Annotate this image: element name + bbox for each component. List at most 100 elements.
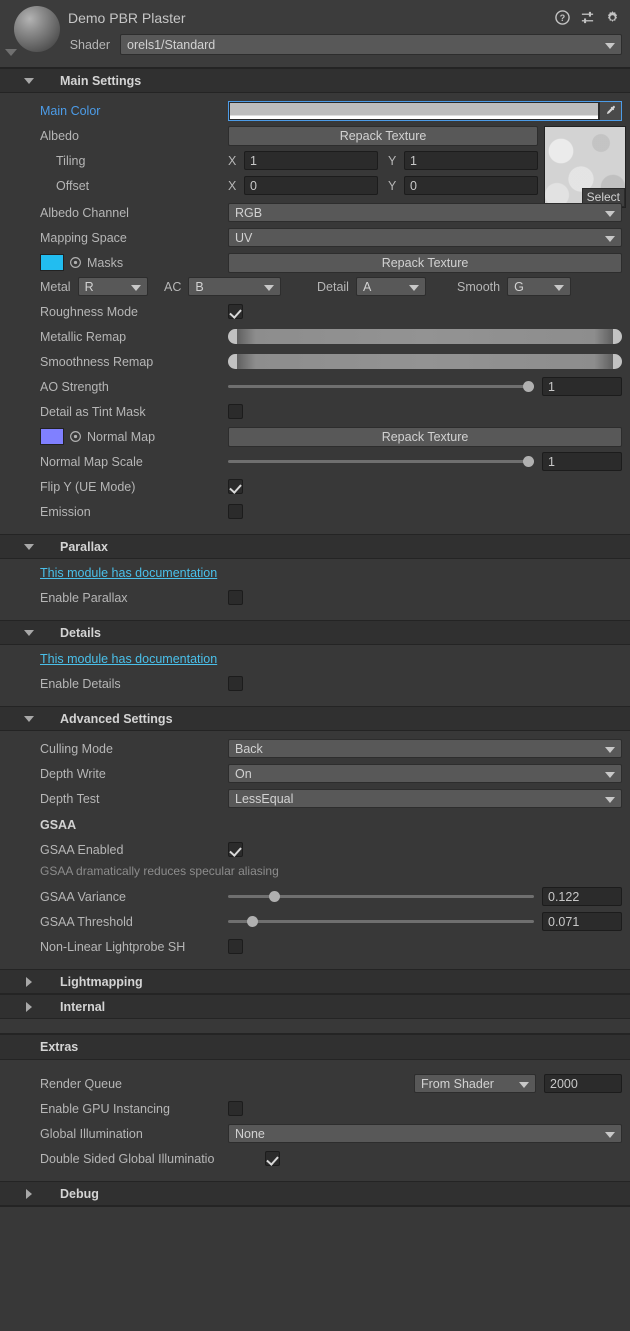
chevron-down-icon (24, 715, 34, 722)
culling-mode-field: Back (228, 739, 622, 758)
section-header-internal[interactable]: Internal (0, 994, 630, 1019)
ao-strength-control: 1 (228, 377, 622, 396)
normal-map-label: Normal Map (87, 429, 156, 444)
mapping-space-value: UV (235, 230, 253, 245)
enable-parallax-label: Enable Parallax (40, 590, 128, 605)
double-sided-gi-checkbox[interactable] (265, 1151, 280, 1166)
depth-test-field: LessEqual (228, 789, 622, 808)
gsaa-variance-slider[interactable] (228, 888, 534, 905)
main-color-swatch[interactable] (229, 101, 599, 120)
channel-group-detail: Detail A (317, 277, 457, 296)
target-ring-icon[interactable] (69, 256, 82, 269)
metallic-remap-min-handle[interactable] (228, 329, 237, 344)
section-header-lightmapping[interactable]: Lightmapping (0, 969, 630, 994)
offset-fields: X 0 Y 0 (228, 176, 538, 195)
smoothness-remap-max-handle[interactable] (613, 354, 622, 369)
mapping-space-dropdown[interactable]: UV (228, 228, 622, 247)
metallic-remap-slider[interactable] (228, 329, 622, 344)
metallic-remap-max-handle[interactable] (613, 329, 622, 344)
masks-color-chip[interactable] (40, 254, 64, 271)
tiling-x-letter: X (228, 153, 237, 168)
section-header-debug[interactable]: Debug (0, 1181, 630, 1206)
offset-y-input[interactable]: 0 (404, 176, 538, 195)
enable-details-checkbox[interactable] (228, 676, 243, 691)
section-header-parallax[interactable]: Parallax (0, 534, 630, 559)
slider-track (228, 385, 534, 388)
gsaa-threshold-input[interactable]: 0.071 (542, 912, 622, 931)
smooth-channel-dropdown[interactable]: G (507, 277, 572, 296)
tiling-y-input[interactable]: 1 (404, 151, 538, 170)
offset-x-letter: X (228, 178, 237, 193)
gsaa-threshold-slider[interactable] (228, 913, 534, 930)
albedo-repack-label: Repack Texture (339, 128, 427, 143)
non-linear-lightprobe-sh-checkbox[interactable] (228, 939, 243, 954)
normal-map-label-group: Normal Map (0, 428, 228, 445)
gear-icon[interactable] (605, 10, 620, 25)
main-color-field[interactable] (228, 100, 622, 121)
normal-map-scale-slider[interactable] (228, 453, 534, 470)
section-header-advanced-settings[interactable]: Advanced Settings (0, 706, 630, 731)
render-queue-input[interactable]: 2000 (544, 1074, 622, 1093)
gsaa-enabled-checkbox[interactable] (228, 842, 243, 857)
render-queue-mode-dropdown[interactable]: From Shader (414, 1074, 536, 1093)
depth-write-dropdown[interactable]: On (228, 764, 622, 783)
target-ring-icon[interactable] (69, 430, 82, 443)
section-body-extras: Render Queue From Shader 2000 Enable GPU… (0, 1060, 630, 1181)
detail-channel-value: A (362, 279, 372, 294)
mask-channel-row: Metal R AC B Detail A Smooth G (0, 277, 630, 296)
depth-test-dropdown[interactable]: LessEqual (228, 789, 622, 808)
section-header-details[interactable]: Details (0, 620, 630, 645)
row-render-queue: Render Queue From Shader 2000 (0, 1073, 630, 1094)
eyedropper-icon[interactable] (599, 101, 621, 120)
normal-map-scale-control: 1 (228, 452, 622, 471)
normal-map-color-chip[interactable] (40, 428, 64, 445)
gsaa-threshold-control: 0.071 (228, 912, 622, 931)
section-body-parallax: This module has documentation Enable Par… (0, 559, 630, 620)
normal-map-scale-knob[interactable] (522, 456, 534, 467)
detail-tint-mask-checkbox[interactable] (228, 404, 243, 419)
normal-map-scale-input[interactable]: 1 (542, 452, 622, 471)
ao-strength-slider[interactable] (228, 378, 534, 395)
depth-write-label: Depth Write (40, 766, 106, 781)
masks-repack-texture-button[interactable]: Repack Texture (228, 252, 622, 273)
smoothness-remap-min-handle[interactable] (228, 354, 237, 369)
material-name: Demo PBR Plaster (68, 10, 186, 26)
details-documentation-link[interactable]: This module has documentation (0, 652, 217, 666)
shader-dropdown[interactable]: orels1/Standard (120, 34, 622, 55)
global-illumination-dropdown[interactable]: None (228, 1124, 622, 1143)
roughness-mode-checkbox[interactable] (228, 304, 243, 319)
row-smoothness-remap: Smoothness Remap (0, 351, 630, 372)
emission-checkbox[interactable] (228, 504, 243, 519)
render-queue-mode-value: From Shader (421, 1076, 494, 1091)
help-icon[interactable]: ? (555, 10, 570, 25)
detail-channel-dropdown[interactable]: A (355, 277, 426, 296)
albedo-repack-texture-button[interactable]: Repack Texture (228, 125, 538, 146)
albedo-channel-dropdown[interactable]: RGB (228, 203, 622, 222)
row-gsaa-threshold: GSAA Threshold 0.071 (0, 911, 630, 932)
flip-y-checkbox[interactable] (228, 479, 243, 494)
gsaa-variance-knob[interactable] (268, 891, 280, 902)
chevron-down-icon (605, 42, 615, 49)
parallax-doc-row: This module has documentation (0, 566, 630, 587)
gsaa-variance-input[interactable]: 0.122 (542, 887, 622, 906)
preset-icon[interactable] (580, 10, 595, 25)
offset-x-input[interactable]: 0 (244, 176, 378, 195)
normal-map-scale-label: Normal Map Scale (40, 454, 143, 469)
shader-label: Shader (69, 37, 110, 52)
chevron-down-icon (264, 284, 275, 291)
ao-strength-input[interactable]: 1 (542, 377, 622, 396)
metal-channel-dropdown[interactable]: R (77, 277, 148, 296)
parallax-documentation-link[interactable]: This module has documentation (0, 566, 217, 580)
albedo-texture-thumbnail[interactable]: Select (544, 126, 626, 208)
ao-strength-knob[interactable] (522, 381, 534, 392)
gsaa-threshold-knob[interactable] (247, 916, 259, 927)
normal-map-repack-texture-button[interactable]: Repack Texture (228, 426, 622, 447)
enable-parallax-checkbox[interactable] (228, 590, 243, 605)
albedo-label: Albedo (40, 128, 79, 143)
section-header-main-settings[interactable]: Main Settings (0, 68, 630, 93)
culling-mode-dropdown[interactable]: Back (228, 739, 622, 758)
tiling-x-input[interactable]: 1 (244, 151, 378, 170)
smoothness-remap-slider[interactable] (228, 354, 622, 369)
ac-channel-dropdown[interactable]: B (188, 277, 282, 296)
gpu-instancing-checkbox[interactable] (228, 1101, 243, 1116)
